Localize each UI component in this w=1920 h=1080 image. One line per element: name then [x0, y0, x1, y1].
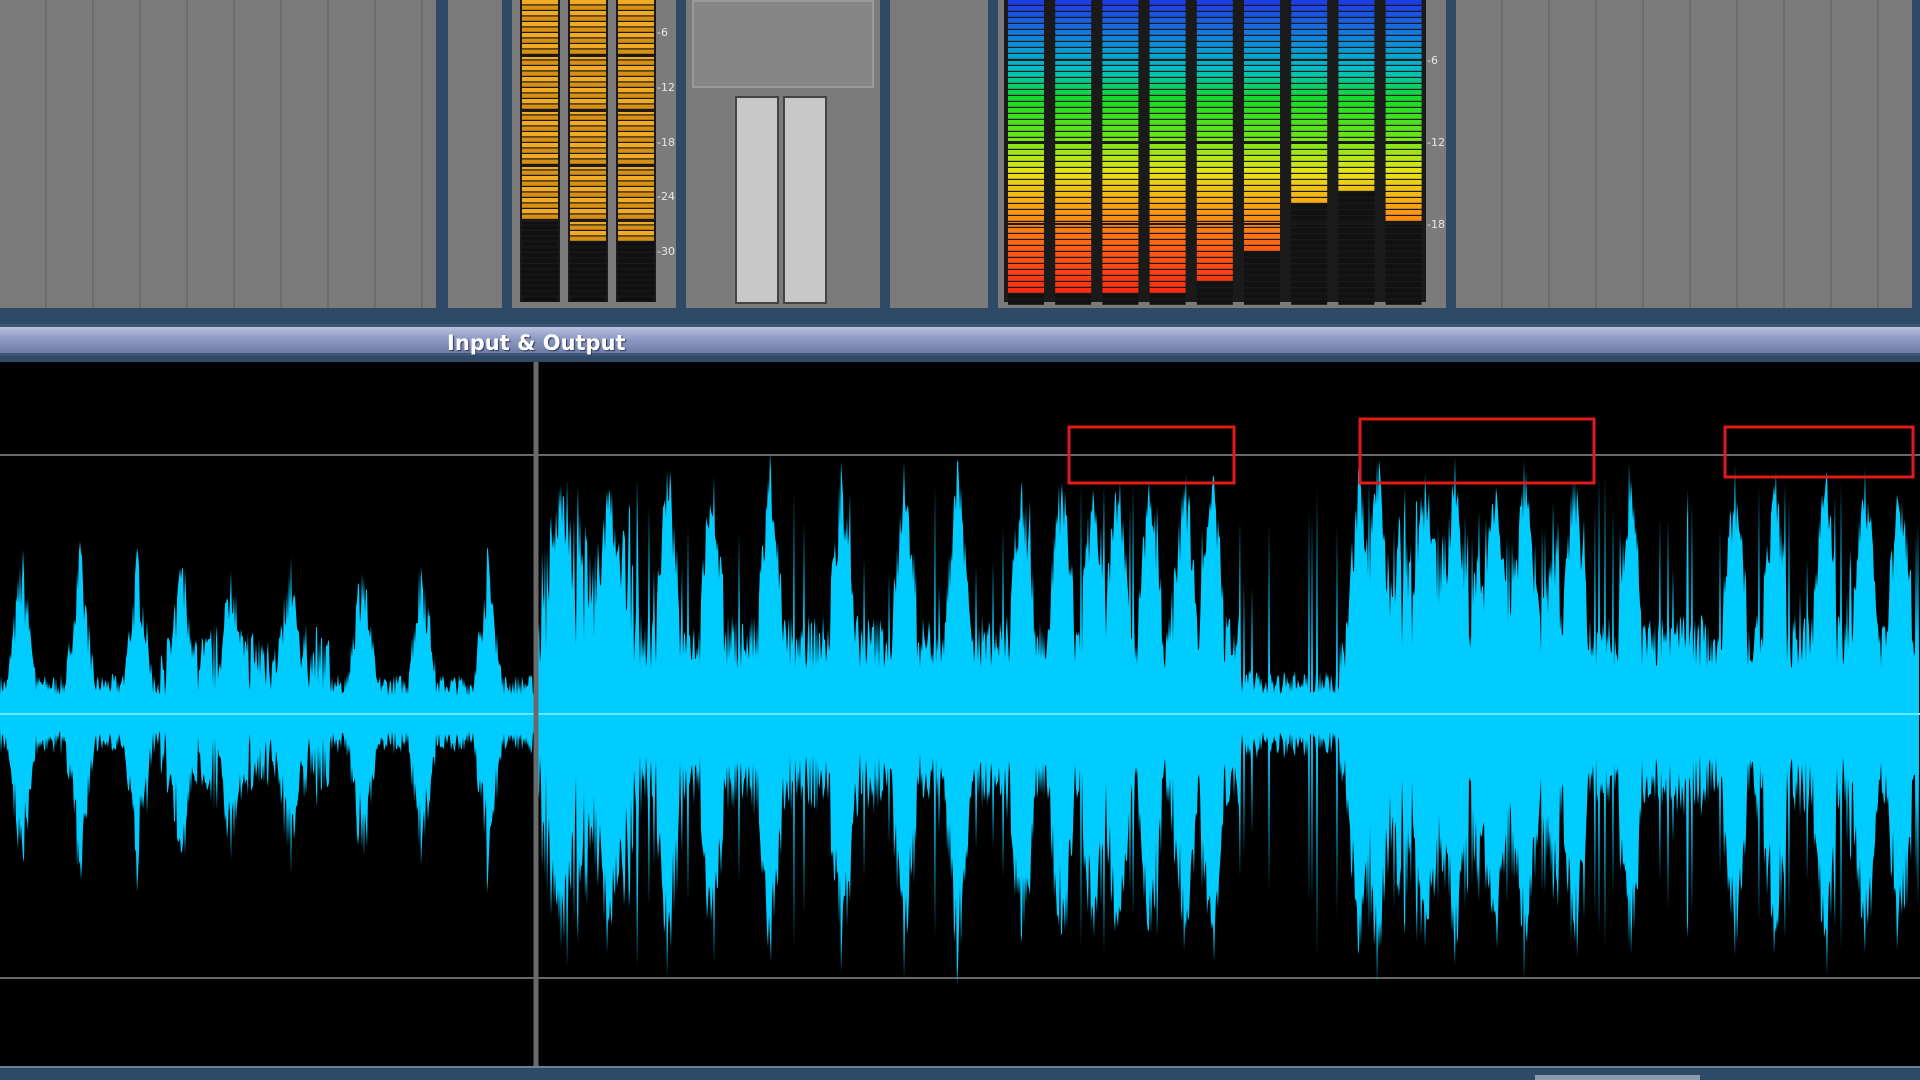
section-title: Input & Output [447, 331, 626, 355]
clipping-highlight-3 [1723, 425, 1915, 479]
narrow-panel-1 [448, 0, 502, 308]
fader-panel [686, 0, 880, 308]
input-db-label-24: -24 [657, 190, 675, 203]
input-db-label-6: -6 [657, 26, 668, 39]
narrow-panel-2 [890, 0, 988, 308]
fader-display [692, 0, 874, 88]
fader-right[interactable] [783, 96, 827, 304]
waveform-graphic [0, 362, 1920, 1066]
left-empty-panel [0, 0, 436, 308]
input-meter-graphic [520, 0, 656, 302]
input-output-header: Input & Output [0, 324, 1920, 356]
output-db-label-12: -12 [1427, 136, 1445, 149]
waveform-view[interactable] [0, 362, 1920, 1066]
input-db-label-30: -30 [657, 245, 675, 258]
horizontal-scrollbar[interactable] [0, 1066, 1920, 1080]
scroll-thumb[interactable] [1535, 1075, 1700, 1080]
right-empty-panel [1456, 0, 1912, 308]
output-db-label-6: -6 [1427, 54, 1438, 67]
input-db-label-18: -18 [657, 136, 675, 149]
clipping-highlight-2 [1358, 417, 1596, 485]
output-meter-panel: -6 -12 -18 [998, 0, 1446, 308]
input-meter-panel: -6 -12 -18 -24 -30 [512, 0, 676, 308]
input-db-label-12: -12 [657, 81, 675, 94]
fader-left[interactable] [735, 96, 779, 304]
output-db-label-18: -18 [1427, 218, 1445, 231]
output-meter-graphic [1006, 0, 1424, 305]
